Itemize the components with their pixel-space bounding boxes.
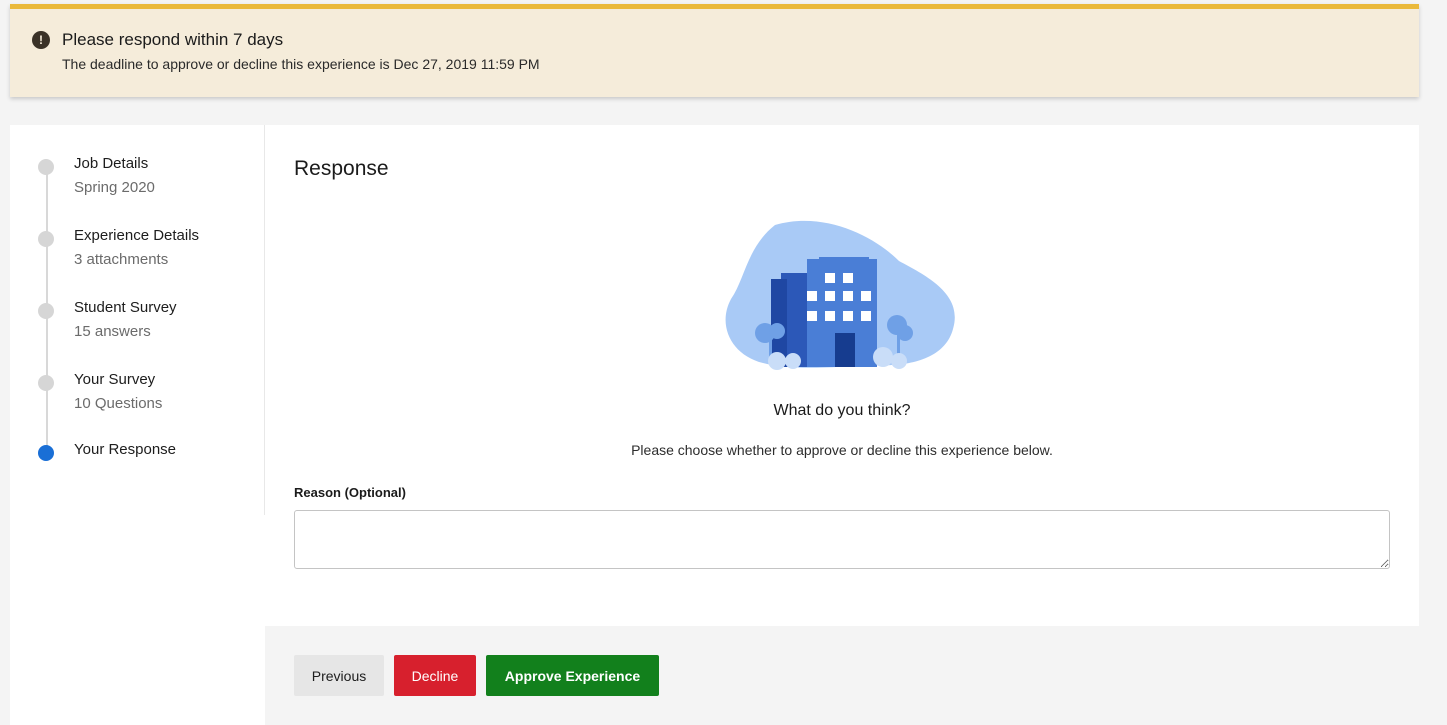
step-subtitle: Spring 2020 [74, 179, 155, 196]
step-dot [38, 231, 54, 247]
previous-button[interactable]: Previous [294, 655, 384, 696]
building-illustration [725, 220, 955, 370]
approve-experience-button[interactable]: Approve Experience [486, 655, 659, 696]
progress-stepper: Job Details Spring 2020 Experience Detai… [10, 125, 265, 515]
instruction-text: Please choose whether to approve or decl… [631, 442, 1053, 458]
decline-button[interactable]: Decline [394, 655, 476, 696]
response-card: Job Details Spring 2020 Experience Detai… [10, 125, 1419, 725]
deadline-banner: ! Please respond within 7 days The deadl… [10, 4, 1419, 97]
step-title: Your Response [74, 441, 177, 458]
step-dot-active [38, 445, 54, 461]
step-dot [38, 375, 54, 391]
step-dot [38, 159, 54, 175]
reason-label: Reason (Optional) [294, 485, 406, 500]
banner-title: Please respond within 7 days [62, 30, 284, 49]
action-footer: Previous Decline Approve Experience [265, 626, 1419, 725]
response-content: Response What do you think? Please choos… [265, 125, 1419, 625]
step-title: Student Survey [74, 299, 177, 316]
step-subtitle: 3 attachments [74, 251, 169, 268]
question-text: What do you think? [773, 402, 911, 419]
reason-textarea[interactable] [294, 510, 1390, 569]
step-title: Experience Details [74, 227, 200, 244]
step-title: Your Survey [74, 371, 156, 388]
step-dot [38, 303, 54, 319]
step-subtitle: 10 Questions [74, 395, 163, 412]
section-title: Response [294, 157, 389, 180]
step-subtitle: 15 answers [74, 323, 151, 340]
step-title: Job Details [74, 155, 149, 172]
exclamation-circle-icon: ! [32, 31, 50, 49]
banner-subtitle: The deadline to approve or decline this … [62, 56, 540, 72]
